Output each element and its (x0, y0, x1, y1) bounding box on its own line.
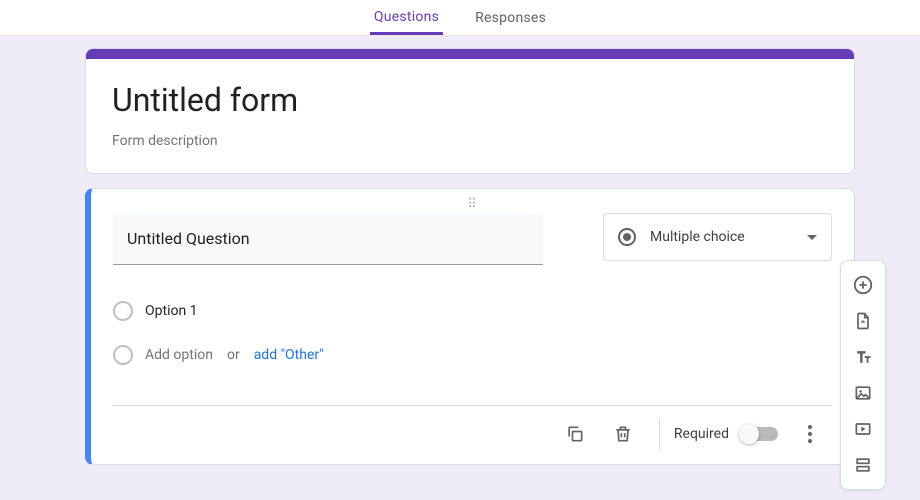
question-type-dropdown[interactable]: Multiple choice (603, 213, 832, 261)
side-toolbar (840, 260, 886, 490)
import-icon (853, 311, 873, 331)
image-icon (853, 383, 873, 403)
radio-icon (113, 345, 133, 365)
copy-icon (565, 424, 585, 444)
question-title-input[interactable] (113, 213, 543, 265)
import-questions-button[interactable] (845, 303, 881, 339)
header-accent-bar (86, 49, 854, 59)
add-image-button[interactable] (845, 375, 881, 411)
text-icon (853, 347, 873, 367)
required-toggle[interactable] (741, 427, 778, 441)
option-row[interactable]: Option 1 (113, 289, 832, 333)
form-description-input[interactable]: Form description (112, 133, 828, 149)
or-text: or (227, 347, 240, 363)
delete-button[interactable] (601, 412, 645, 456)
tab-responses[interactable]: Responses (471, 2, 550, 34)
add-option-button[interactable]: Add option (145, 347, 213, 363)
question-card: ⠿ Multiple choice Option 1 Add option or… (85, 188, 855, 465)
question-type-label: Multiple choice (650, 229, 793, 245)
drag-handle[interactable]: ⠿ (113, 195, 832, 213)
required-label: Required (674, 426, 729, 442)
add-question-button[interactable] (845, 267, 881, 303)
toggle-knob (739, 424, 759, 444)
option-label[interactable]: Option 1 (145, 303, 198, 319)
plus-circle-icon (852, 274, 874, 296)
kebab-icon (808, 425, 812, 443)
form-title-input[interactable]: Untitled form (112, 81, 828, 119)
question-footer: Required (113, 406, 832, 464)
radio-icon (618, 228, 636, 246)
radio-icon (113, 301, 133, 321)
tab-questions[interactable]: Questions (370, 1, 443, 35)
duplicate-button[interactable] (553, 412, 597, 456)
options-list: Option 1 Add option or add "Other" (113, 289, 832, 377)
video-icon (853, 419, 873, 439)
drag-handle-icon: ⠿ (467, 197, 478, 211)
more-options-button[interactable] (788, 412, 832, 456)
form-header-card: Untitled form Form description (85, 48, 855, 174)
add-title-button[interactable] (845, 339, 881, 375)
trash-icon (613, 424, 633, 444)
add-other-button[interactable]: add "Other" (254, 347, 324, 363)
main-area: Untitled form Form description ⠿ Multipl… (0, 36, 920, 465)
section-icon (853, 455, 873, 475)
chevron-down-icon (807, 235, 817, 240)
add-section-button[interactable] (845, 447, 881, 483)
add-video-button[interactable] (845, 411, 881, 447)
separator (659, 418, 660, 450)
tabs-bar: Questions Responses (0, 0, 920, 36)
add-option-row: Add option or add "Other" (113, 333, 832, 377)
